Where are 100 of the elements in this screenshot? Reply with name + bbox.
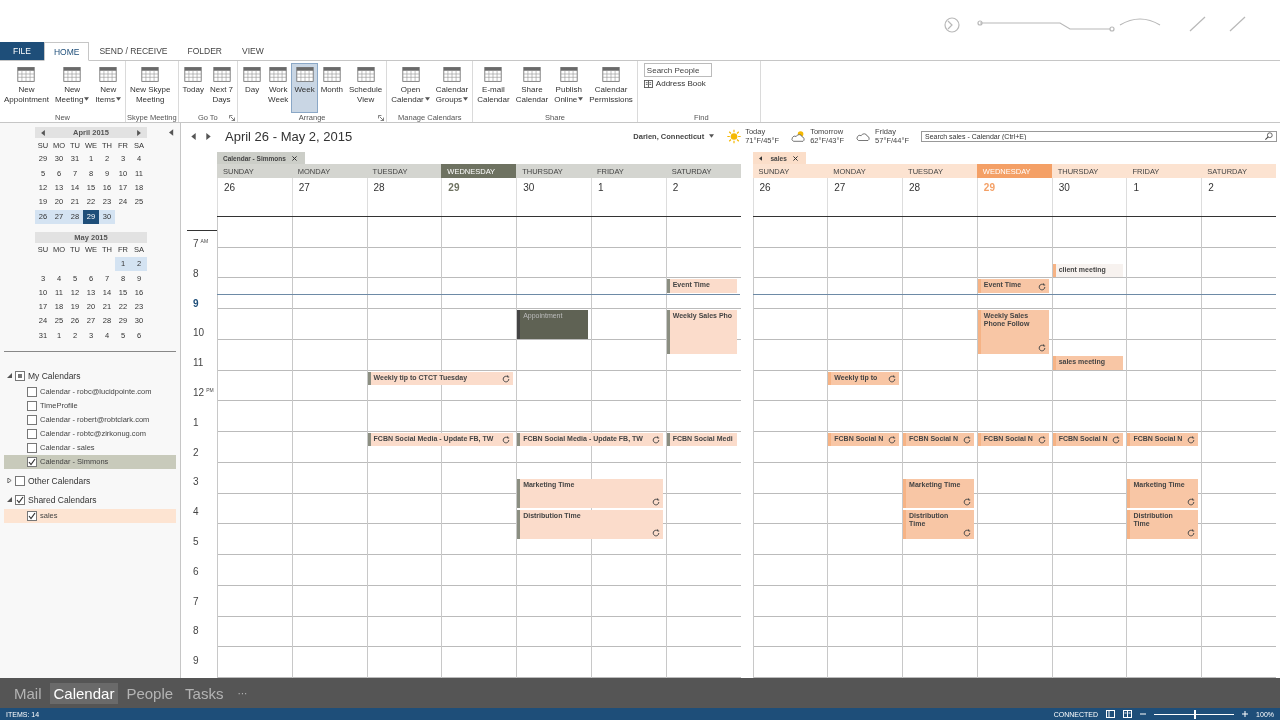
ribbon-button[interactable]: Publish Online [551,63,587,113]
calendar-icon [558,65,579,83]
ribbon-tab[interactable]: HOME [43,42,90,61]
navigation-item[interactable]: Mail [10,682,46,704]
checkbox[interactable] [27,510,37,521]
checkbox[interactable] [27,428,37,439]
close-icon[interactable] [792,155,798,161]
checkbox[interactable] [27,456,37,467]
ribbon-button[interactable]: Open Calendar [388,63,433,113]
calendar-group-label[interactable]: Other Calendars [28,475,91,486]
ribbon-button[interactable]: Share Calendar [512,63,552,113]
caret-icon [84,97,90,102]
hour-label: 5 [192,535,200,549]
ribbon-button[interactable]: New Appointment [1,63,52,113]
ribbon-button[interactable]: Schedule View [345,63,386,113]
calendar-group-label[interactable]: Shared Calendars [28,494,97,505]
search-people-field[interactable]: Search People [643,63,712,77]
address-book-button[interactable]: Address Book [643,79,706,88]
date-range-title: April 26 - May 2, 2015 [225,128,353,144]
date-number: 30 [516,178,591,216]
ribbon-button[interactable]: Month [317,63,346,113]
calendar-icon [211,65,232,83]
previous-icon[interactable] [41,129,46,136]
launcher-icon[interactable] [378,115,385,121]
checkbox[interactable] [27,386,37,397]
ribbon-tab[interactable]: VIEW [231,42,274,60]
hour-label: 4 [192,505,200,520]
ribbon-button[interactable]: Today [179,63,207,113]
ribbon-button[interactable]: New Meeting [51,63,93,113]
more-button[interactable]: ··· [231,686,254,700]
hour-label: 8 [192,624,200,639]
ribbon-button[interactable]: New Items [92,63,124,113]
calendar-icon [601,65,622,83]
calendar-icon [242,65,263,83]
sun-cloud-icon [791,128,808,144]
collapsed-icon[interactable] [7,478,12,484]
hour-label: 1 [192,415,200,430]
next-icon[interactable] [136,129,141,136]
navigation-item[interactable]: Tasks [181,682,228,704]
caret-icon [115,97,121,102]
checkbox[interactable] [27,414,37,425]
book-icon [643,79,653,88]
calendar-icon [321,65,342,83]
date-number: 2 [665,178,741,216]
calendar-icon [442,65,462,83]
date-number: 2 [1201,178,1276,216]
calendar-icon [521,65,542,83]
ribbon-tab[interactable]: FOLDER [177,42,232,60]
normal-view-icon[interactable] [1106,710,1116,718]
collapse-icon[interactable] [169,129,174,136]
previous-icon[interactable] [191,132,196,140]
launcher-icon[interactable] [229,115,236,121]
ribbon-button[interactable]: Calendar Groups [432,63,472,113]
calendar-icon [62,65,83,83]
calendar-group-label[interactable]: My Calendars [28,370,81,381]
ribbon-button[interactable]: Day [239,63,266,113]
date-number: 26 [752,178,828,216]
calendar-icon [140,65,161,83]
ribbon-button[interactable]: Week [291,63,318,113]
caret-icon [709,134,715,138]
ribbon-button[interactable]: Calendar Permissions [586,63,636,113]
close-icon[interactable] [291,155,297,161]
date-number: 1 [1126,178,1202,216]
date-number: 28 [902,178,977,216]
date-number: 29 [976,178,1052,216]
ribbon-button[interactable]: New Skype Meeting [126,63,174,113]
zoom-in-icon[interactable] [1242,711,1249,717]
date-number: 26 [217,178,292,216]
caret-icon [463,97,469,102]
checkbox[interactable] [15,494,25,505]
calendar-icon [268,65,289,83]
checkbox[interactable] [27,442,37,453]
calendar-icon [400,65,421,83]
checkbox[interactable] [27,400,37,411]
checkbox[interactable] [15,475,25,486]
arrow-icon[interactable] [758,155,765,161]
date-number: 27 [827,178,903,216]
expanded-icon[interactable] [7,373,12,379]
date-number: 28 [366,178,442,216]
navigation-item[interactable]: Calendar [49,682,119,704]
ribbon-tab[interactable]: SEND / RECEIVE [89,42,178,60]
ribbon-button[interactable]: Work Week [265,63,292,113]
date-number: 27 [291,178,367,216]
zoom-out-icon[interactable] [1140,711,1147,717]
ribbon-tab[interactable]: FILE [0,42,44,60]
hour-label: 9 [192,654,200,669]
hour-label: 7 $^{AM}$ [192,237,210,252]
hour-label: 8 [192,266,200,281]
ribbon-button[interactable]: Next 7 Days [206,63,237,113]
reading-view-icon[interactable] [1123,710,1133,718]
hour-label: 11 [192,356,205,371]
ribbon-button[interactable]: E-mail Calendar [474,63,513,113]
date-number: 30 [1051,178,1127,216]
date-number: 29 [441,178,517,216]
hour-label: 6 [192,564,200,579]
navigation-item[interactable]: People [122,682,178,704]
next-icon[interactable] [206,132,211,140]
hour-label: 12 $^{PM}$ [192,386,215,401]
expanded-icon[interactable] [7,497,12,503]
calendar-icon [294,65,315,83]
